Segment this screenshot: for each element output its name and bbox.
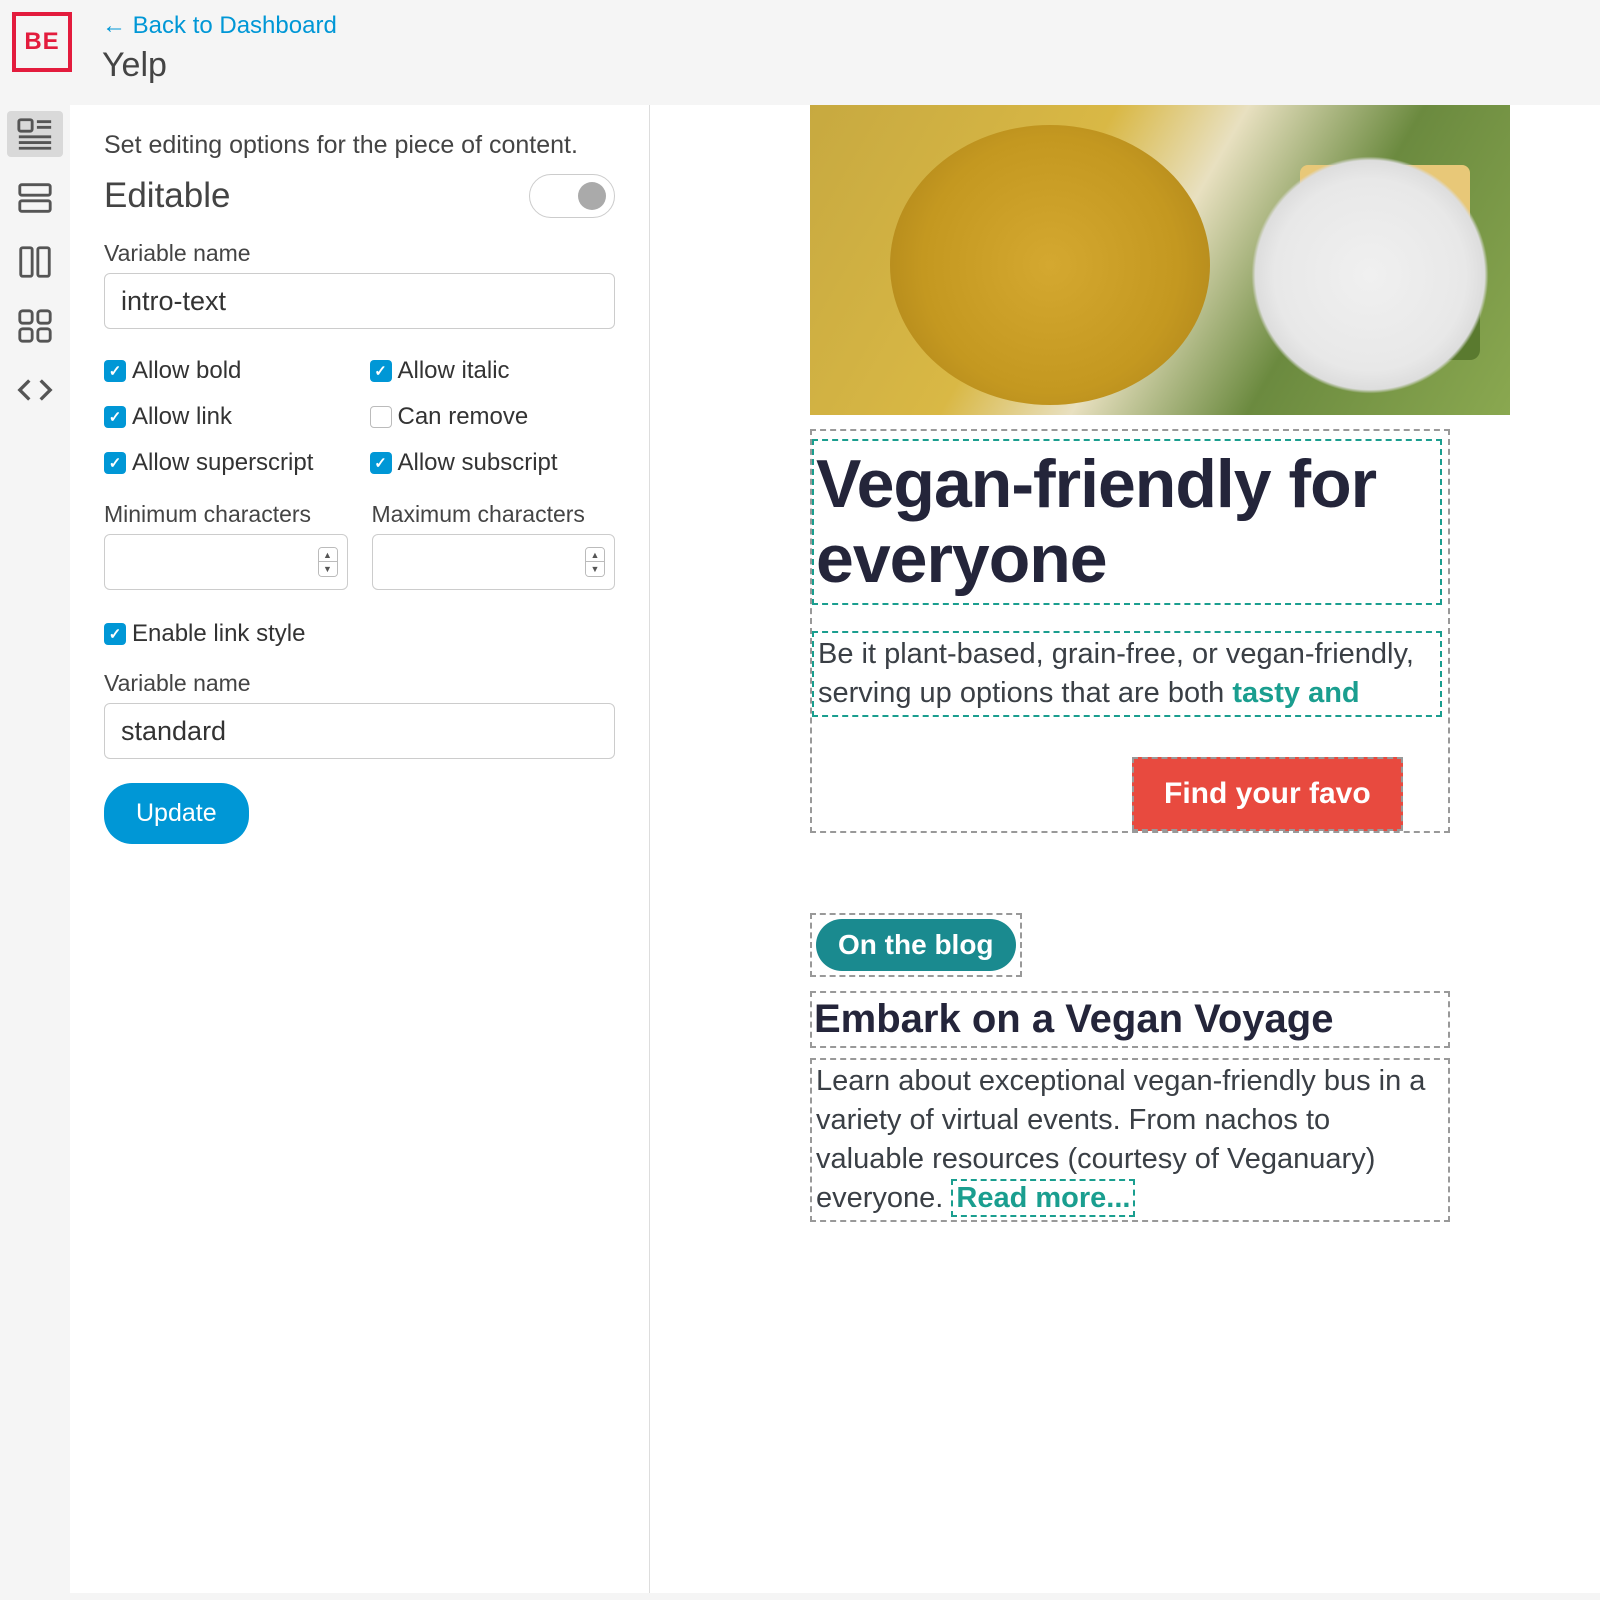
max-chars-input[interactable] <box>372 534 616 590</box>
rail-code-icon[interactable] <box>7 367 63 413</box>
allow-superscript-label: Allow superscript <box>132 449 313 477</box>
allow-link-checkbox[interactable]: ✓Allow link <box>104 403 350 431</box>
can-remove-label: Can remove <box>398 403 529 431</box>
rail-layout-text-icon[interactable] <box>7 111 63 157</box>
allow-bold-label: Allow bold <box>132 357 241 385</box>
preview-heading[interactable]: Vegan-friendly for everyone <box>812 439 1442 605</box>
preview-intro-text[interactable]: Be it plant-based, grain-free, or vegan-… <box>812 631 1442 717</box>
allow-italic-label: Allow italic <box>398 357 510 385</box>
min-chars-input[interactable] <box>104 534 348 590</box>
can-remove-checkbox[interactable]: Can remove <box>370 403 616 431</box>
variable-name-input[interactable] <box>104 273 615 329</box>
page-title: Yelp <box>102 46 337 85</box>
rail-layout-rows-icon[interactable] <box>7 175 63 221</box>
min-step-up[interactable]: ▲ <box>319 548 337 562</box>
enable-link-style-label: Enable link style <box>132 620 305 648</box>
blog-body[interactable]: Learn about exceptional vegan-friendly b… <box>810 1058 1450 1223</box>
intro-highlight: tasty and <box>1232 677 1359 709</box>
max-step-up[interactable]: ▲ <box>586 548 604 562</box>
blog-title[interactable]: Embark on a Vegan Voyage <box>810 991 1450 1048</box>
allow-link-label: Allow link <box>132 403 232 431</box>
editable-label: Editable <box>104 176 230 216</box>
allow-subscript-checkbox[interactable]: ✓Allow subscript <box>370 449 616 477</box>
blog-badge-wrap: On the blog <box>810 913 1022 977</box>
allow-subscript-label: Allow subscript <box>398 449 558 477</box>
top-header: BE ← Back to Dashboard Yelp <box>0 0 1600 105</box>
panel-description: Set editing options for the piece of con… <box>104 131 615 160</box>
read-more-link[interactable]: Read more... <box>951 1179 1135 1217</box>
options-panel: Set editing options for the piece of con… <box>70 105 650 1593</box>
allow-bold-checkbox[interactable]: ✓Allow bold <box>104 357 350 385</box>
blog-section: On the blog Embark on a Vegan Voyage Lea… <box>810 913 1600 1223</box>
enable-link-style-checkbox[interactable]: ✓Enable link style <box>104 620 615 648</box>
max-step-down[interactable]: ▼ <box>586 562 604 576</box>
back-to-dashboard-link[interactable]: ← Back to Dashboard <box>102 12 337 40</box>
min-chars-label: Minimum characters <box>104 501 348 528</box>
logo: BE <box>12 12 72 72</box>
hero-image <box>810 105 1510 415</box>
cta-button[interactable]: Find your favo <box>1132 757 1403 831</box>
toggle-knob <box>578 182 606 210</box>
icon-rail <box>0 105 70 1593</box>
update-button[interactable]: Update <box>104 783 249 844</box>
variable-name-label: Variable name <box>104 240 615 267</box>
content-block: Vegan-friendly for everyone Be it plant-… <box>810 429 1450 833</box>
blog-badge[interactable]: On the blog <box>816 919 1016 971</box>
rail-layout-grid-icon[interactable] <box>7 303 63 349</box>
variable-name-input-2[interactable] <box>104 703 615 759</box>
max-chars-label: Maximum characters <box>372 501 616 528</box>
rail-layout-columns-icon[interactable] <box>7 239 63 285</box>
allow-italic-checkbox[interactable]: ✓Allow italic <box>370 357 616 385</box>
allow-superscript-checkbox[interactable]: ✓Allow superscript <box>104 449 350 477</box>
editable-toggle[interactable] <box>529 174 615 218</box>
preview-pane: Vegan-friendly for everyone Be it plant-… <box>650 105 1600 1593</box>
min-step-down[interactable]: ▼ <box>319 562 337 576</box>
variable-name-label-2: Variable name <box>104 670 615 697</box>
